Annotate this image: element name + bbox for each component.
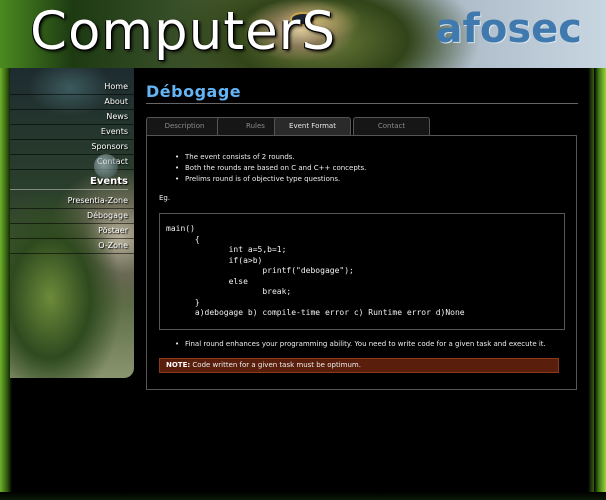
events-section-title: Events: [10, 176, 128, 190]
nav-sponsors-link[interactable]: Sponsors: [10, 140, 134, 155]
code-snippet: main() { int a=5,b=1; if(a>b) printf("de…: [166, 224, 465, 317]
nav-about-link[interactable]: About: [10, 95, 134, 110]
nav-events-link[interactable]: Events: [10, 125, 134, 140]
tab-bar: Description Rules Event Format Contact: [146, 117, 578, 136]
events-nav: Presentia-Zone Débogage Pöstaer O-Zone: [10, 194, 134, 254]
event-link-presentia-zone[interactable]: Presentia-Zone: [10, 194, 134, 209]
tab-description[interactable]: Description: [146, 117, 223, 135]
event-link-o-zone[interactable]: O-Zone: [10, 239, 134, 254]
tab-event-format[interactable]: Event Format: [274, 117, 351, 136]
event-link-debogage[interactable]: Débogage: [10, 209, 134, 224]
note-box: NOTE: Code written for a given task must…: [159, 358, 559, 373]
page-title: Débogage: [146, 82, 242, 101]
event-bullet-list: The event consists of 2 rounds. Both the…: [175, 152, 366, 185]
code-example-box: main() { int a=5,b=1; if(a>b) printf("de…: [159, 213, 565, 330]
final-round-list: Final round enhances your programming ab…: [175, 339, 546, 350]
tab-content-panel: The event consists of 2 rounds. Both the…: [146, 135, 577, 390]
event-link-postaer[interactable]: Pöstaer: [10, 224, 134, 239]
list-item: Prelims round is of objective type quest…: [175, 174, 366, 185]
list-item: Both the rounds are based on C and C++ c…: [175, 163, 366, 174]
bottom-bar: [0, 492, 606, 500]
tab-contact[interactable]: Contact: [353, 117, 430, 135]
header-banner: ComputerS afosec: [0, 0, 606, 68]
brand-logo: afosec: [435, 6, 582, 52]
note-text: Code written for a given task must be op…: [190, 361, 361, 369]
title-divider: [146, 103, 578, 104]
sidebar: Home About News Events Sponsors Contact …: [10, 68, 134, 378]
nav-home-link[interactable]: Home: [10, 80, 134, 95]
list-item: The event consists of 2 rounds.: [175, 152, 366, 163]
site-logo[interactable]: ComputerS: [30, 2, 336, 62]
list-item: Final round enhances your programming ab…: [175, 339, 546, 350]
nav-news-link[interactable]: News: [10, 110, 134, 125]
note-label: NOTE:: [166, 361, 191, 369]
right-glow-border: [588, 68, 606, 500]
bubble-decoration: [94, 154, 118, 178]
example-label: Eg.: [159, 194, 171, 202]
main-nav: Home About News Events Sponsors Contact: [10, 80, 134, 170]
